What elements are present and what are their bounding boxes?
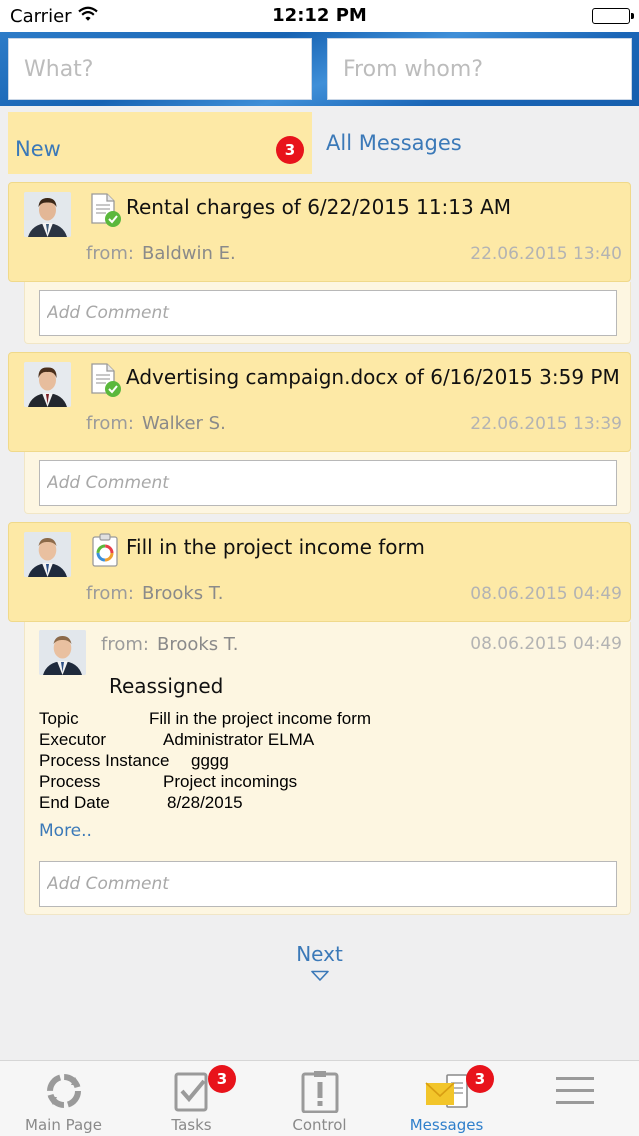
avatar [39,630,86,675]
property-value: gggg [191,751,229,770]
message-date: 08.06.2015 04:49 [470,584,622,604]
tasks-count-badge: 3 [208,1065,236,1093]
avatar [24,362,71,407]
form-icon [89,533,123,569]
property-key: Executor [39,730,107,749]
comment-field-wrapper [39,460,617,506]
add-comment-input[interactable] [40,862,616,906]
avatar [24,192,71,237]
message-title: Advertising campaign.docx of 6/16/2015 3… [126,365,620,389]
property-key: Process [39,772,101,791]
property-value: Project incomings [163,772,298,791]
property-value: Fill in the project income form [149,709,372,728]
comment-area [24,452,631,514]
property-value: Administrator ELMA [163,730,315,749]
status-bar: Carrier 12:12 PM [0,0,639,32]
message-title: Rental charges of 6/22/2015 11:13 AM [126,195,512,219]
more-link[interactable]: More.. [39,821,92,841]
comment-field-wrapper [39,861,617,907]
what-search-input[interactable] [9,39,311,99]
battery-icon [592,8,634,24]
message-card[interactable]: Rental charges of 6/22/2015 11:13 AM fro… [8,182,631,282]
next-label: Next [296,942,343,966]
from-label: from: [86,413,134,434]
exclamation-clipboard-icon [256,1069,383,1113]
message-date: 08.06.2015 04:49 [470,634,622,654]
tab-new[interactable]: New 3 [8,112,312,174]
tab-new-label: New [15,137,61,161]
from-label: from: [86,243,134,264]
nav-label: Control [292,1116,347,1134]
comment-field-wrapper [39,290,617,336]
clock: 12:12 PM [272,5,367,26]
nav-menu[interactable] [511,1061,638,1136]
comment-area [24,282,631,344]
message-date: 22.06.2015 13:39 [470,414,622,434]
message-date: 22.06.2015 13:40 [470,244,622,264]
property-key: Topic [39,709,79,728]
nav-messages[interactable]: 3 Messages [383,1061,510,1136]
chevron-down-icon [310,970,329,981]
from-whom-search-input[interactable] [328,39,631,99]
sender-name: Walker S. [142,413,226,434]
avatar [24,532,71,577]
nav-label: Main Page [25,1116,102,1134]
add-comment-input[interactable] [40,461,616,505]
what-field-wrapper [8,38,312,100]
nav-control[interactable]: Control [256,1061,383,1136]
sender-name: Baldwin E. [142,243,236,264]
message-card[interactable]: Advertising campaign.docx of 6/16/2015 3… [8,352,631,452]
search-header [0,32,639,106]
nav-label: Messages [409,1116,484,1134]
message-detail: from: Brooks T. 08.06.2015 04:49 Reassig… [24,622,631,915]
sender-name: Brooks T. [157,634,239,655]
bottom-tab-bar: Main Page 3 Tasks Control 3 Messages [0,1060,639,1136]
nav-label: Tasks [171,1116,212,1134]
from-whom-field-wrapper [327,38,632,100]
new-count-badge: 3 [276,136,304,164]
checklist-icon [128,1069,255,1113]
property-key: Process Instance [39,751,170,770]
message-card[interactable]: Fill in the project income form from: Br… [8,522,631,622]
tab-all-messages[interactable]: All Messages [326,131,462,155]
hamburger-menu-icon [511,1069,638,1113]
messages-count-badge: 3 [466,1065,494,1093]
document-approved-icon [89,193,123,229]
message-filter-tabs: New 3 All Messages [0,106,639,176]
nav-tasks[interactable]: 3 Tasks [128,1061,255,1136]
next-page-button[interactable]: Next [0,942,639,982]
nav-main-page[interactable]: Main Page [0,1061,127,1136]
event-status: Reassigned [109,674,224,698]
property-key: End Date [39,793,110,812]
add-comment-input[interactable] [40,291,616,335]
message-title: Fill in the project income form [126,535,425,559]
document-approved-icon [89,363,123,399]
sender-name: Brooks T. [142,583,224,604]
from-label: from: [101,634,149,655]
property-value: 8/28/2015 [167,793,243,812]
refresh-icon [0,1069,127,1113]
from-label: from: [86,583,134,604]
